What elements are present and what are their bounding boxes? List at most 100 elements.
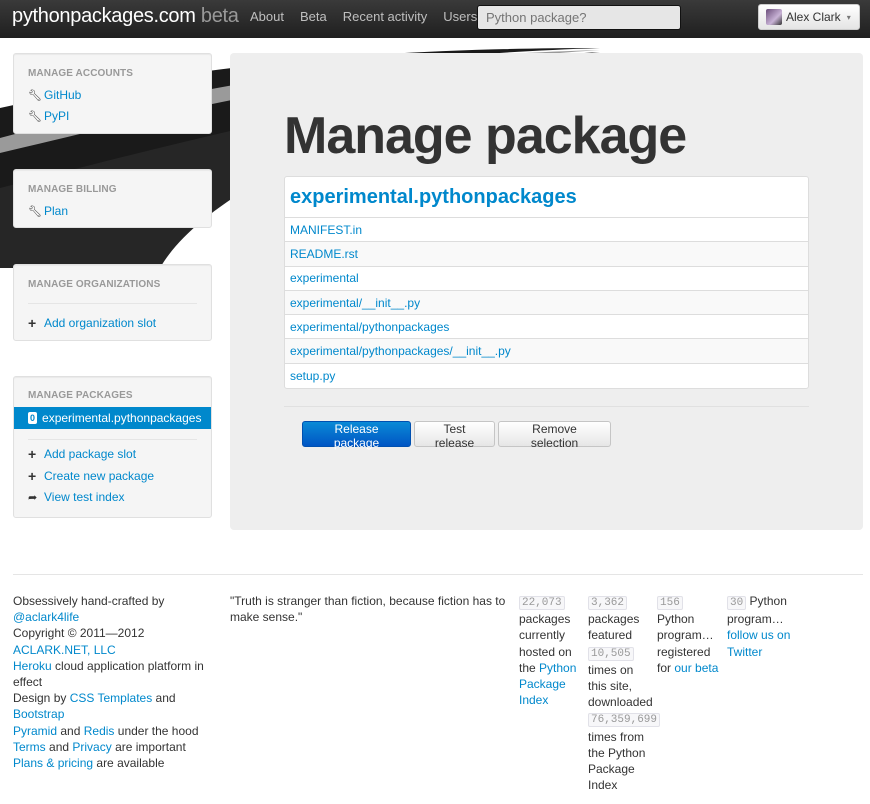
brand-logo[interactable]: pythonpackages.com beta bbox=[12, 5, 239, 28]
are-available-text: are available bbox=[96, 756, 165, 771]
manage-billing-heading: Manage billing bbox=[28, 184, 117, 195]
add-package-slot-label: Add package slot bbox=[44, 447, 137, 461]
plan-label: Plan bbox=[44, 204, 69, 218]
footer-divider bbox=[13, 574, 863, 575]
top-navbar: pythonpackages.com beta About Beta Recen… bbox=[0, 0, 870, 38]
package-file-table: experimental.pythonpackages MANIFEST.in … bbox=[284, 176, 809, 390]
company-link[interactable]: ACLARK.NET, LLC bbox=[13, 643, 116, 657]
test-release-button[interactable]: Test release bbox=[414, 421, 495, 450]
design-by-text: Design by bbox=[13, 691, 67, 706]
redis-link[interactable]: Redis bbox=[84, 724, 115, 738]
stat-count: 3,362 bbox=[588, 596, 628, 610]
stat-text: times from the Python Package Index bbox=[588, 729, 646, 793]
active-package-label: experimental.pythonpackages bbox=[42, 411, 202, 425]
file-link[interactable]: experimental/pythonpackages bbox=[290, 320, 449, 334]
pypi-link[interactable]: 🔧︎ PyPI bbox=[28, 109, 69, 123]
file-link[interactable]: README.rst bbox=[290, 247, 358, 261]
stat-count: 22,073 bbox=[519, 596, 565, 610]
terms-link[interactable]: Terms bbox=[13, 740, 46, 754]
add-organization-slot-link[interactable]: + Add organization slot bbox=[28, 316, 156, 330]
privacy-link[interactable]: Privacy bbox=[72, 740, 111, 754]
stat-packages-featured: 3,362 packages featured 10,505 times on … bbox=[588, 593, 661, 793]
and-text: and bbox=[155, 691, 176, 706]
stat-programmers-registered: 156 Python program… registered for our b… bbox=[657, 593, 721, 676]
and-text: and bbox=[60, 723, 81, 738]
file-link[interactable]: experimental/__init__.py bbox=[290, 296, 420, 310]
stat-count: 10,505 bbox=[588, 646, 634, 661]
under-hood-text: under the hood bbox=[117, 723, 199, 738]
chevron-down-icon: ▾ bbox=[846, 12, 851, 22]
and-text: and bbox=[49, 739, 70, 754]
remove-selection-button[interactable]: Remove selection bbox=[498, 421, 611, 450]
brand-name: pythonpackages.com bbox=[12, 5, 196, 27]
file-link[interactable]: experimental/pythonpackages/__init__.py bbox=[290, 344, 511, 358]
package-name-link[interactable]: experimental.pythonpackages bbox=[290, 186, 577, 209]
package-search-input[interactable] bbox=[477, 5, 681, 30]
css-templates-link[interactable]: CSS Templates bbox=[70, 691, 152, 705]
divider bbox=[28, 303, 197, 304]
footer-credits: Obsessively hand-crafted by @aclark4life… bbox=[13, 593, 218, 771]
user-name: Alex Clark bbox=[786, 10, 841, 24]
stat-twitter-followers: 30 Python program… follow us on Twitter bbox=[727, 593, 799, 660]
divider bbox=[28, 439, 197, 440]
table-row: experimental bbox=[285, 267, 808, 291]
user-menu-button[interactable]: Alex Clark ▾ bbox=[758, 4, 860, 30]
nav-about[interactable]: About bbox=[242, 9, 292, 25]
nav-recent-activity[interactable]: Recent activity bbox=[335, 9, 436, 25]
file-link[interactable]: experimental bbox=[290, 271, 359, 285]
main-panel: Manage package experimental.pythonpackag… bbox=[230, 53, 863, 530]
github-link[interactable]: 🔧︎ GitHub bbox=[28, 88, 81, 102]
table-row: MANIFEST.in bbox=[285, 218, 808, 243]
follow-twitter-link[interactable]: follow us on Twitter bbox=[727, 628, 790, 658]
add-package-slot-link[interactable]: + Add package slot bbox=[28, 447, 136, 461]
stat-count: 30 bbox=[727, 596, 747, 610]
create-new-package-label: Create new package bbox=[44, 469, 155, 483]
table-row: experimental/pythonpackages/__init__.py bbox=[285, 339, 808, 364]
stat-text: times on this site, downloaded bbox=[588, 662, 653, 710]
table-row: experimental/__init__.py bbox=[285, 290, 808, 316]
manage-accounts-heading: Manage accounts bbox=[28, 68, 134, 79]
avatar bbox=[766, 9, 782, 25]
stat-packages-hosted: 22,073 packages currently hosted on the … bbox=[519, 593, 581, 708]
main-nav: About Beta Recent activity Users bbox=[242, 9, 485, 25]
sidebar-item-active-package[interactable]: 0 experimental.pythonpackages bbox=[14, 407, 211, 429]
wrench-icon: 🔧︎ bbox=[28, 110, 42, 123]
create-new-package-link[interactable]: + Create new package bbox=[28, 469, 154, 483]
release-package-button[interactable]: Release package bbox=[302, 421, 411, 450]
stat-count: 76,359,699 bbox=[588, 713, 661, 728]
page-title: Manage package bbox=[284, 107, 687, 165]
plus-icon: + bbox=[28, 446, 37, 462]
manage-packages-panel: Manage packages 0 experimental.pythonpac… bbox=[13, 376, 212, 518]
package-count-badge: 0 bbox=[28, 412, 38, 424]
brand-beta-label: beta bbox=[200, 5, 239, 27]
heroku-link[interactable]: Heroku bbox=[13, 659, 52, 673]
wrench-icon: 🔧︎ bbox=[28, 205, 42, 218]
plans-pricing-link[interactable]: Plans & pricing bbox=[13, 756, 93, 770]
stat-text: packages featured bbox=[588, 612, 640, 643]
stat-count: 156 bbox=[657, 596, 683, 610]
table-row: setup.py bbox=[285, 364, 808, 388]
plan-link[interactable]: 🔧︎ Plan bbox=[28, 204, 68, 218]
table-row: README.rst bbox=[285, 242, 808, 267]
footer-quote: "Truth is stranger than fiction, because… bbox=[230, 594, 506, 625]
plus-icon: + bbox=[28, 315, 37, 331]
manage-packages-heading: Manage packages bbox=[28, 390, 133, 401]
table-row: experimental/pythonpackages bbox=[285, 315, 808, 340]
file-link[interactable]: setup.py bbox=[290, 369, 335, 383]
file-link[interactable]: MANIFEST.in bbox=[290, 223, 362, 237]
manage-organizations-panel: Manage organizations + Add organization … bbox=[13, 264, 212, 341]
pypi-label: PyPI bbox=[44, 109, 70, 123]
plus-icon: + bbox=[28, 468, 37, 484]
our-beta-link[interactable]: our beta bbox=[674, 661, 718, 675]
credits-text: Obsessively hand-crafted by bbox=[13, 594, 165, 608]
nav-beta[interactable]: Beta bbox=[292, 9, 335, 25]
github-label: GitHub bbox=[44, 88, 82, 102]
bootstrap-link[interactable]: Bootstrap bbox=[13, 707, 64, 721]
add-organization-slot-label: Add organization slot bbox=[44, 316, 157, 330]
author-link[interactable]: @aclark4life bbox=[13, 610, 79, 624]
view-test-index-link[interactable]: ➦ View test index bbox=[28, 490, 125, 504]
pyramid-link[interactable]: Pyramid bbox=[13, 724, 57, 738]
copyright-text: Copyright © 2011—2012 bbox=[13, 626, 145, 641]
manage-organizations-heading: Manage organizations bbox=[28, 279, 161, 290]
are-important-text: are important bbox=[115, 739, 186, 754]
